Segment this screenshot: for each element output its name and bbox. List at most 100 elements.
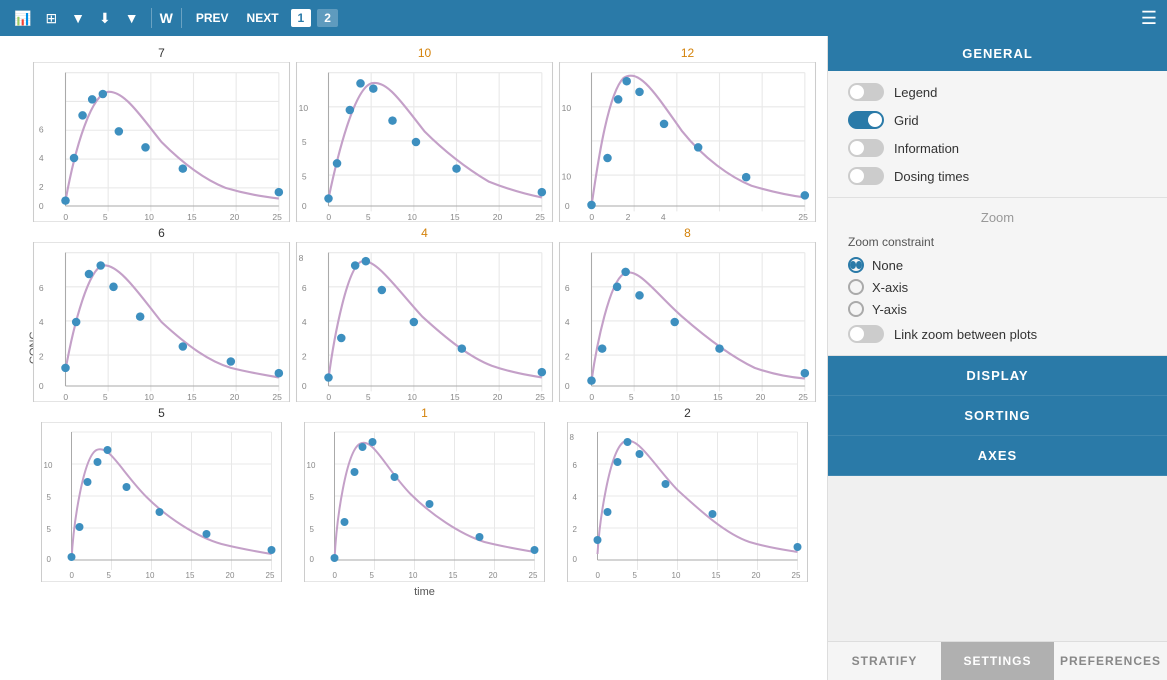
grid-toggle[interactable] [848, 111, 884, 129]
plot-title-12: 12 [681, 46, 694, 60]
tab-preferences[interactable]: PREFERENCES [1054, 642, 1167, 680]
chevron-down-icon[interactable]: ▼ [67, 8, 89, 28]
axes-button[interactable]: AXES [828, 436, 1167, 476]
svg-text:10: 10 [146, 571, 155, 580]
svg-text:6: 6 [565, 283, 570, 293]
information-toggle[interactable] [848, 139, 884, 157]
plot-container-6[interactable]: 0 2 4 6 0 5 10 15 20 25 [32, 242, 291, 402]
svg-text:25: 25 [535, 212, 545, 222]
svg-text:20: 20 [493, 212, 503, 222]
plots-grid: 7 [32, 46, 817, 582]
grid-label: Grid [894, 113, 919, 128]
zoom-section: Zoom Zoom constraint None X-axis Y-axis … [828, 198, 1167, 356]
svg-text:10: 10 [409, 571, 418, 580]
zoom-xaxis-row: X-axis [848, 279, 1147, 295]
plot-container-4[interactable]: 0 2 4 6 8 0 5 10 15 20 25 [295, 242, 554, 402]
svg-text:5: 5 [107, 571, 112, 580]
svg-text:15: 15 [449, 571, 458, 580]
sorting-button[interactable]: SORTING [828, 396, 1167, 436]
svg-text:25: 25 [798, 392, 808, 402]
svg-text:0: 0 [596, 571, 601, 580]
svg-text:10: 10 [299, 103, 309, 113]
plot-title-5: 5 [158, 406, 165, 420]
word-icon[interactable]: W [160, 10, 173, 26]
zoom-xaxis-label: X-axis [872, 280, 908, 295]
toolbar: 📊 ⊞ ▼ ⬇ ▼ W PREV NEXT 1 2 ☰ [0, 0, 1167, 36]
svg-text:5: 5 [633, 571, 638, 580]
svg-text:5: 5 [310, 525, 315, 534]
svg-text:4: 4 [565, 317, 570, 327]
svg-text:0: 0 [589, 212, 594, 222]
svg-text:25: 25 [272, 212, 282, 222]
plot-container-2[interactable]: 0 2 4 6 8 0 5 10 15 20 25 [558, 422, 817, 582]
right-panel: GENERAL Legend Grid Information Dosing t… [827, 36, 1167, 680]
svg-text:20: 20 [226, 571, 235, 580]
dosing-times-row: Dosing times [848, 167, 1147, 185]
zoom-none-radio[interactable] [848, 257, 864, 273]
tab-stratify[interactable]: STRATIFY [828, 642, 941, 680]
display-button[interactable]: DISPLAY [828, 356, 1167, 396]
panel-spacer [828, 476, 1167, 641]
download-icon[interactable]: ⬇ [95, 8, 115, 29]
link-zoom-toggle[interactable] [848, 325, 884, 343]
svg-text:0: 0 [573, 555, 578, 564]
zoom-yaxis-label: Y-axis [872, 302, 907, 317]
plot-title-10: 10 [418, 46, 431, 60]
plot-container-8[interactable]: 0 2 4 6 0 5 10 15 20 25 [558, 242, 817, 402]
grid-icon[interactable]: ⊞ [41, 8, 61, 29]
zoom-yaxis-radio[interactable] [848, 301, 864, 317]
svg-text:25: 25 [266, 571, 275, 580]
svg-text:5: 5 [47, 525, 52, 534]
plot-container-5[interactable]: 0 5 5 10 0 5 10 15 20 25 [32, 422, 291, 582]
svg-text:25: 25 [535, 392, 545, 402]
svg-text:4: 4 [661, 212, 666, 222]
svg-text:2: 2 [573, 525, 578, 534]
svg-text:15: 15 [450, 212, 460, 222]
page1-btn[interactable]: 1 [291, 9, 312, 27]
chart-icon[interactable]: 📊 [10, 8, 35, 29]
svg-text:5: 5 [370, 571, 375, 580]
next-button[interactable]: NEXT [241, 9, 285, 27]
svg-text:0: 0 [333, 571, 338, 580]
hamburger-menu[interactable]: ☰ [1141, 8, 1157, 29]
divider [151, 8, 152, 28]
plot-5: 5 [32, 406, 291, 582]
legend-toggle[interactable] [848, 83, 884, 101]
svg-text:10: 10 [407, 212, 417, 222]
tab-settings[interactable]: SETTINGS [941, 642, 1054, 680]
legend-label: Legend [894, 85, 937, 100]
svg-text:15: 15 [713, 392, 723, 402]
svg-text:25: 25 [272, 392, 282, 402]
svg-text:2: 2 [39, 182, 44, 192]
plot-title-8: 8 [684, 226, 691, 240]
svg-text:0: 0 [39, 381, 44, 391]
svg-text:5: 5 [302, 171, 307, 181]
plot-container-10[interactable]: 0 5 5 10 0 5 10 15 20 25 [295, 62, 554, 222]
plot-container-7[interactable]: 0 2 4 6 0 5 10 15 20 25 [32, 62, 291, 222]
plot-6: 6 [32, 226, 291, 402]
plot-container-12[interactable]: 0 10 10 0 2 4 25 [558, 62, 817, 222]
dosing-times-toggle[interactable] [848, 167, 884, 185]
zoom-xaxis-radio[interactable] [848, 279, 864, 295]
zoom-none-row: None [848, 257, 1147, 273]
svg-text:20: 20 [230, 212, 240, 222]
plot-container-1[interactable]: 0 5 5 10 0 5 10 15 20 25 [295, 422, 554, 582]
zoom-none-label: None [872, 258, 903, 273]
svg-text:6: 6 [573, 461, 578, 470]
plot-title-2: 2 [684, 406, 691, 420]
chevron-down-icon2[interactable]: ▼ [121, 8, 143, 28]
prev-button[interactable]: PREV [190, 9, 235, 27]
svg-text:0: 0 [565, 201, 570, 211]
svg-text:20: 20 [489, 571, 498, 580]
svg-text:5: 5 [103, 212, 108, 222]
panel-buttons: DISPLAY SORTING AXES [828, 356, 1167, 476]
information-label: Information [894, 141, 959, 156]
page2-btn[interactable]: 2 [317, 9, 338, 27]
plot-7: 7 [32, 46, 291, 222]
plot-title-7: 7 [158, 46, 165, 60]
plot-title-6: 6 [158, 226, 165, 240]
divider2 [181, 8, 182, 28]
svg-text:0: 0 [326, 212, 331, 222]
svg-text:0: 0 [63, 212, 68, 222]
svg-text:0: 0 [310, 555, 315, 564]
